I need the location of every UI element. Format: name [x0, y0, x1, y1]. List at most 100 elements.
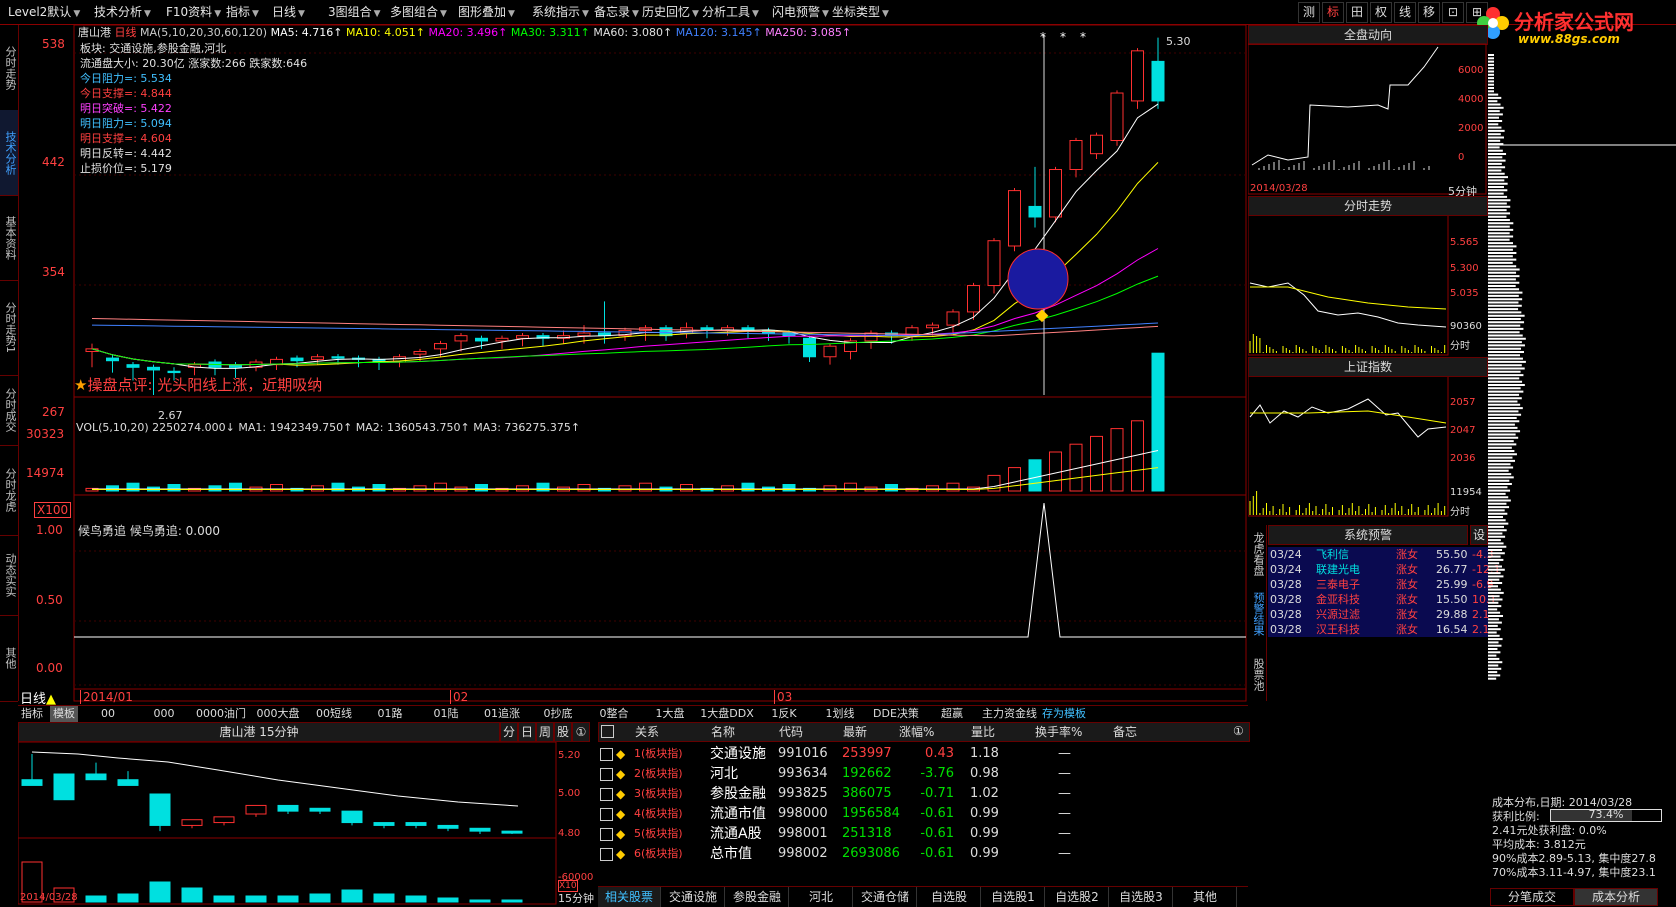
mini-chart-button[interactable]: 股 [554, 722, 572, 742]
toolbar-button[interactable]: 标 [1322, 2, 1344, 23]
menu-item[interactable]: 系统指示 ▼ [528, 2, 593, 22]
checkbox[interactable] [600, 768, 613, 781]
mini-chart-button[interactable]: 周 [536, 722, 554, 742]
indicator-template-button[interactable]: 01追涨 [476, 706, 528, 722]
indicator-template-button[interactable]: 00短线 [308, 706, 360, 722]
related-table-row[interactable]: ◆ 2(板块指) 河北 993634 192662 -3.76 0.98 — [598, 764, 1248, 784]
indicator-template-button[interactable]: 000大盘 [252, 706, 304, 722]
left-tab[interactable]: 分时龙虎 [0, 445, 18, 536]
related-tab[interactable]: 相关股票 [598, 887, 661, 907]
indicator-template-button[interactable]: DDE决策 [870, 706, 922, 722]
left-tab[interactable]: 其他 [0, 615, 18, 702]
related-tab[interactable]: 交通设施 [662, 887, 725, 907]
related-tab[interactable]: 自选股 [918, 887, 981, 907]
related-column-header[interactable]: 涨幅% [899, 723, 934, 741]
related-tab[interactable]: 参股金融 [726, 887, 789, 907]
indicator-template-button[interactable]: 0000油门 [194, 706, 248, 722]
toolbar-button[interactable]: 权 [1370, 2, 1392, 23]
warning-row[interactable]: 03/24 飞利信 涨女 55.50 -4.3 [1268, 547, 1493, 562]
menu-item[interactable]: 图形叠加 ▼ [454, 2, 519, 22]
indicator-template-button[interactable]: 01陆 [420, 706, 472, 722]
related-table-row[interactable]: ◆ 5(板块指) 流通A股 998001 251318 -0.61 0.99 — [598, 824, 1248, 844]
related-table-row[interactable]: ◆ 6(板块指) 总市值 998002 2693086 -0.61 0.99 — [598, 844, 1248, 864]
warning-row[interactable]: 03/28 金亚科技 涨女 15.50 10.1 [1268, 592, 1497, 607]
indicator-template-button[interactable]: 1大盘 [644, 706, 696, 722]
left-tab[interactable]: 分时走势1 [0, 280, 18, 376]
warning-settings-button[interactable]: 设 [1470, 525, 1488, 545]
related-column-header[interactable]: 量比 [971, 723, 995, 741]
warning-row[interactable]: 03/24 联建光电 涨女 26.77 -12.1 [1268, 562, 1500, 577]
menu-item[interactable]: Level2默认 ▼ [4, 2, 84, 22]
warning-side-tab[interactable]: 龙虎看盘 [1248, 525, 1266, 583]
indicator-template-button[interactable]: 主力资金线 [982, 706, 1037, 722]
related-tab[interactable]: 交通仓储 [854, 887, 917, 907]
related-tab[interactable]: 自选股2 [1046, 887, 1109, 907]
related-column-header[interactable]: 最新 [843, 723, 867, 741]
cost-tab[interactable]: 分笔成交 [1490, 888, 1574, 906]
volume-bar [413, 485, 427, 492]
menu-item[interactable]: 坐标类型 ▼ [828, 2, 893, 22]
menu-item[interactable]: 指标 ▼ [222, 2, 263, 22]
mini-chart-button[interactable]: ① [572, 722, 590, 742]
left-tab[interactable]: 分时成交 [0, 375, 18, 446]
indicator-template-button[interactable]: 01路 [364, 706, 416, 722]
checkbox[interactable] [600, 748, 613, 761]
menu-item[interactable]: 多图组合 ▼ [386, 2, 451, 22]
menu-item[interactable]: F10资料 ▼ [162, 2, 225, 22]
warning-row[interactable]: 03/28 兴源过滤 涨女 29.88 2.1 [1268, 607, 1490, 622]
menu-item[interactable]: 备忘录 ▼ [590, 2, 643, 22]
left-tab[interactable]: 基本资料 [0, 195, 18, 281]
related-tab[interactable]: 河北 [790, 887, 853, 907]
indicator-template-button[interactable]: 1反K [758, 706, 810, 722]
checkbox[interactable] [601, 725, 614, 738]
toolbar-button[interactable]: ⊡ [1442, 2, 1464, 23]
indicator-template-button[interactable]: 1大盘DDX [700, 706, 754, 722]
warning-side-tab[interactable]: 股票池 [1248, 645, 1266, 703]
menu-item[interactable]: 分析工具 ▼ [698, 2, 763, 22]
toolbar-button[interactable]: 线 [1394, 2, 1416, 23]
checkbox[interactable] [600, 788, 613, 801]
warning-side-tab[interactable]: 预警结果 [1248, 585, 1266, 643]
related-tab[interactable]: 其他 [1174, 887, 1237, 907]
related-table-row[interactable]: ◆ 4(板块指) 流通市值 998000 1956584 -0.61 0.99 — [598, 804, 1248, 824]
warning-row[interactable]: 03/28 汉王科技 涨女 16.54 2.1 [1268, 622, 1490, 637]
menu-item[interactable]: 3图组合 ▼ [324, 2, 385, 22]
menu-item[interactable]: 历史回忆 ▼ [638, 2, 703, 22]
checkbox[interactable] [600, 848, 613, 861]
checkbox[interactable] [600, 808, 613, 821]
menu-item[interactable]: 闪电预警 ▼ [768, 2, 833, 22]
info-icon[interactable]: ① [1233, 724, 1244, 738]
indicator-template-button[interactable]: 0整合 [588, 706, 640, 722]
related-column-header[interactable]: 备忘 [1113, 723, 1137, 741]
indicator-template-button[interactable]: 指标 [18, 706, 46, 722]
indicator-template-button[interactable]: 模板 [50, 706, 78, 722]
mini-chart-button[interactable]: 日 [518, 722, 536, 742]
left-tab[interactable]: 分时走势 [0, 25, 18, 111]
related-tab[interactable]: 自选股3 [1110, 887, 1173, 907]
mini-chart-button[interactable]: 分 [500, 722, 518, 742]
menu-item[interactable]: 技术分析 ▼ [90, 2, 155, 22]
related-column-header[interactable]: 代码 [779, 723, 803, 741]
related-tab[interactable]: 自选股1 [982, 887, 1045, 907]
toolbar-button[interactable]: 田 [1346, 2, 1368, 23]
related-table-row[interactable]: ◆ 1(板块指) 交通设施 991016 253997 0.43 1.18 — [598, 744, 1248, 764]
indicator-template-button[interactable]: 00 [82, 706, 134, 722]
related-table-row[interactable]: ◆ 3(板块指) 参股金融 993825 386075 -0.71 1.02 — [598, 784, 1248, 804]
left-tab[interactable]: 动态实实 [0, 535, 18, 616]
related-column-header[interactable]: 换手率% [1035, 723, 1082, 741]
indicator-template-button[interactable]: 超赢 [926, 706, 978, 722]
warning-row[interactable]: 03/28 三泰电子 涨女 25.99 -6.9 [1268, 577, 1493, 592]
indicator-template-button[interactable]: 1划线 [814, 706, 866, 722]
toolbar-button[interactable]: 移 [1418, 2, 1440, 23]
toolbar-button[interactable]: 测 [1298, 2, 1320, 23]
checkbox[interactable] [600, 828, 613, 841]
menu-item[interactable]: 日线 ▼ [268, 2, 309, 22]
related-column-header[interactable]: 名称 [711, 723, 735, 741]
indicator-template-button[interactable]: 000 [138, 706, 190, 722]
cost-tab[interactable]: 成本分析 [1574, 888, 1658, 906]
indicator-template-button[interactable]: 存为模板 [1038, 706, 1090, 722]
indicator-template-button[interactable]: 0抄底 [532, 706, 584, 722]
left-tab[interactable]: 技术分析 [0, 110, 18, 196]
volume-bar [372, 484, 386, 492]
related-column-header[interactable]: 关系 [635, 723, 659, 741]
